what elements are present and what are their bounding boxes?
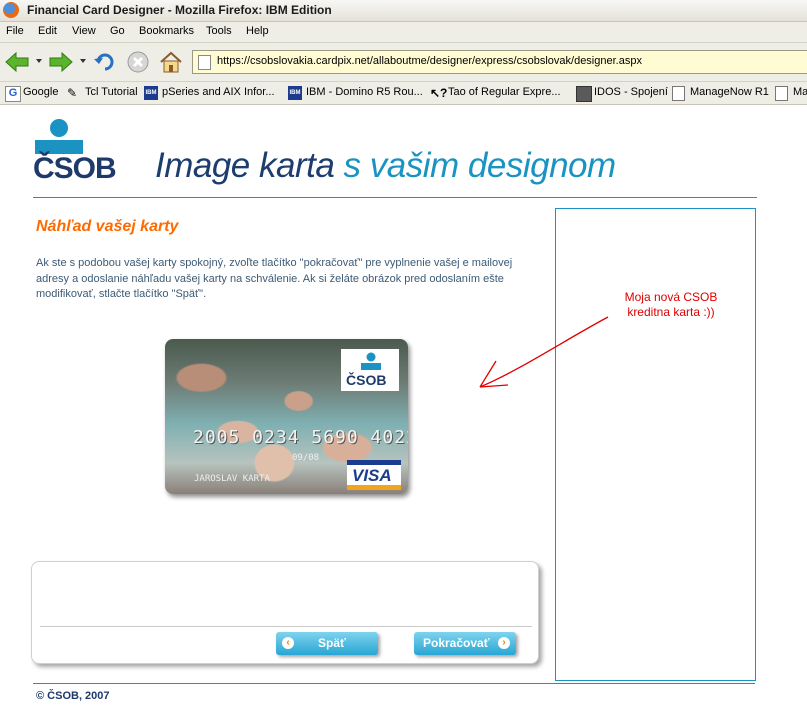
- feather-icon: ✎: [67, 86, 78, 100]
- chevron-right-icon: ›: [498, 637, 510, 649]
- forward-arrow-icon[interactable]: [48, 50, 74, 74]
- menu-tools[interactable]: Tools: [206, 25, 232, 37]
- window-title-bar: Financial Card Designer - Mozilla Firefo…: [0, 0, 807, 22]
- card-csob-logo: ČSOB: [341, 349, 399, 391]
- csob-logo-text: ČSOB: [33, 152, 117, 185]
- reload-icon[interactable]: [92, 50, 118, 74]
- stop-icon[interactable]: [125, 50, 151, 74]
- card-expiry: 09/08: [292, 453, 320, 463]
- card-logo-text: ČSOB: [346, 372, 387, 388]
- continue-button[interactable]: Pokračovať ›: [414, 632, 516, 655]
- menu-bar: File Edit View Go Bookmarks Tools Help: [0, 22, 807, 43]
- google-icon: G: [5, 86, 21, 102]
- hero-main: Image karta: [155, 146, 344, 185]
- idos-icon: [576, 86, 592, 102]
- bookmark-domino[interactable]: IBM IBM - Domino R5 Rou...: [288, 85, 424, 101]
- csob-logo-icon: [361, 352, 381, 370]
- side-panel: [555, 208, 756, 681]
- bookmark-idos[interactable]: IDOS - Spojení: [576, 85, 668, 102]
- menu-help[interactable]: Help: [246, 25, 269, 37]
- back-button[interactable]: ‹ Späť: [276, 632, 378, 655]
- visa-band-bottom: [347, 485, 401, 490]
- menu-go[interactable]: Go: [110, 25, 125, 37]
- page-icon: [198, 55, 211, 70]
- page-icon: [672, 86, 685, 101]
- visa-logo: VISA: [347, 460, 401, 490]
- page-icon: [775, 86, 788, 101]
- visa-band-top: [347, 460, 401, 465]
- card-holder-name: JAROSLAV KARTA: [194, 474, 270, 484]
- annotation-text: Moja nová CSOB kreditna karta :)): [624, 290, 718, 319]
- forward-dropdown-icon[interactable]: [80, 59, 86, 63]
- menu-edit[interactable]: Edit: [38, 25, 57, 37]
- window-title: Financial Card Designer - Mozilla Firefo…: [27, 3, 332, 17]
- bookmark-managenow[interactable]: ManageNow R1: [672, 85, 769, 101]
- footer-divider: [33, 683, 755, 684]
- menu-file[interactable]: File: [6, 25, 24, 37]
- bookmark-pseries[interactable]: IBM pSeries and AIX Infor...: [144, 85, 282, 101]
- navigation-toolbar: https://csobslovakia.cardpix.net/allabou…: [0, 43, 807, 82]
- page-hero-title: Image karta s vašim designom: [155, 146, 616, 186]
- card-number: 2005 0234 5690 4022: [193, 427, 408, 448]
- bookmark-regex[interactable]: ↖? Tao of Regular Expre...: [430, 85, 568, 101]
- card-preview: ČSOB 2005 0234 5690 4022 09/08 JAROSLAV …: [165, 339, 408, 494]
- visa-text: VISA: [352, 466, 392, 485]
- hero-accent: s vašim designom: [343, 146, 617, 185]
- bookmarks-toolbar: G Google ✎ Tcl Tutorial IBM pSeries and …: [0, 82, 807, 105]
- action-divider: [40, 626, 532, 627]
- bookmark-google[interactable]: G Google: [5, 85, 60, 102]
- header-divider: [33, 197, 757, 198]
- cursor-icon: ↖?: [430, 86, 448, 100]
- section-heading: Náhľad vašej karty: [36, 218, 179, 235]
- ibm-icon: IBM: [144, 86, 158, 100]
- address-bar[interactable]: https://csobslovakia.cardpix.net/allabou…: [192, 50, 807, 74]
- url-text[interactable]: https://csobslovakia.cardpix.net/allabou…: [217, 55, 642, 67]
- menu-bookmarks[interactable]: Bookmarks: [139, 25, 194, 37]
- bookmark-ma[interactable]: Ma: [775, 85, 807, 101]
- home-icon[interactable]: [158, 50, 184, 74]
- instructions-text: Ak ste s podobou vašej karty spokojný, z…: [36, 257, 513, 300]
- firefox-icon: [3, 2, 19, 18]
- chevron-left-icon: ‹: [282, 637, 294, 649]
- ibm-icon: IBM: [288, 86, 302, 100]
- bookmark-tcl-tutorial[interactable]: ✎ Tcl Tutorial: [67, 85, 139, 101]
- back-arrow-icon[interactable]: [4, 50, 30, 74]
- menu-view[interactable]: View: [72, 25, 96, 37]
- csob-logo-icon: [35, 119, 83, 154]
- annotation-arrow-icon: [479, 316, 609, 388]
- back-dropdown-icon[interactable]: [36, 59, 42, 63]
- action-panel: ‹ Späť Pokračovať ›: [31, 561, 539, 664]
- footer-copyright: © ČSOB, 2007: [36, 690, 110, 702]
